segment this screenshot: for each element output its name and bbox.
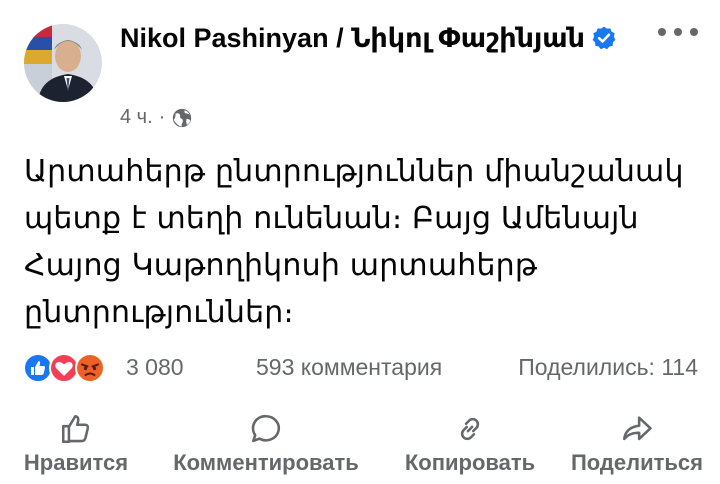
love-reaction-icon bbox=[49, 353, 79, 383]
copy-link-button[interactable]: Копировать bbox=[394, 412, 546, 476]
thumbs-up-icon bbox=[61, 414, 90, 444]
avatar-photo bbox=[24, 24, 102, 102]
meta-separator: · bbox=[158, 106, 166, 128]
post-actions: Нравится Комментировать Копировать Подел… bbox=[0, 412, 720, 478]
comments-count[interactable]: 593 комментария bbox=[256, 354, 442, 381]
post-meta: 4 ч. · bbox=[120, 106, 193, 129]
verified-badge-icon bbox=[592, 26, 616, 50]
post-stats: 3 080 593 комментария Поделились: 114 bbox=[22, 350, 698, 386]
author-avatar[interactable] bbox=[24, 24, 102, 102]
share-label: Поделиться bbox=[570, 450, 704, 475]
post-time[interactable]: 4 ч. bbox=[120, 106, 153, 129]
more-dots-icon bbox=[690, 28, 698, 36]
like-button[interactable]: Нравится bbox=[14, 412, 138, 476]
angry-reaction-icon bbox=[75, 353, 105, 383]
author-name[interactable]: Nikol Pashinyan / Նիկոլ Փաշինյան bbox=[120, 23, 585, 53]
more-options-button[interactable] bbox=[658, 20, 698, 44]
post-body-text: Արտահերթ ընտրություններ միանշանակ պետք է… bbox=[24, 154, 684, 330]
shares-count[interactable]: Поделились: 114 bbox=[518, 354, 698, 381]
reactions-count[interactable]: 3 080 bbox=[126, 354, 184, 381]
comment-button[interactable]: Комментировать bbox=[156, 412, 376, 476]
more-dots-icon bbox=[658, 28, 666, 36]
comment-bubble-icon bbox=[251, 414, 281, 443]
more-dots-icon bbox=[674, 28, 682, 36]
share-button[interactable]: Поделиться bbox=[562, 412, 712, 476]
like-label: Нравится bbox=[23, 450, 129, 475]
reactions-summary[interactable] bbox=[22, 352, 122, 384]
link-icon bbox=[460, 417, 480, 441]
comment-label: Комментировать bbox=[173, 450, 359, 475]
like-reaction-icon bbox=[23, 353, 53, 383]
reaction-icons bbox=[23, 353, 105, 383]
share-arrow-icon bbox=[622, 416, 652, 441]
globe-icon bbox=[173, 108, 192, 127]
post-author[interactable]: Nikol Pashinyan / Նիկոլ Փաշինյան bbox=[120, 18, 640, 58]
copy-label: Копировать bbox=[404, 450, 536, 475]
